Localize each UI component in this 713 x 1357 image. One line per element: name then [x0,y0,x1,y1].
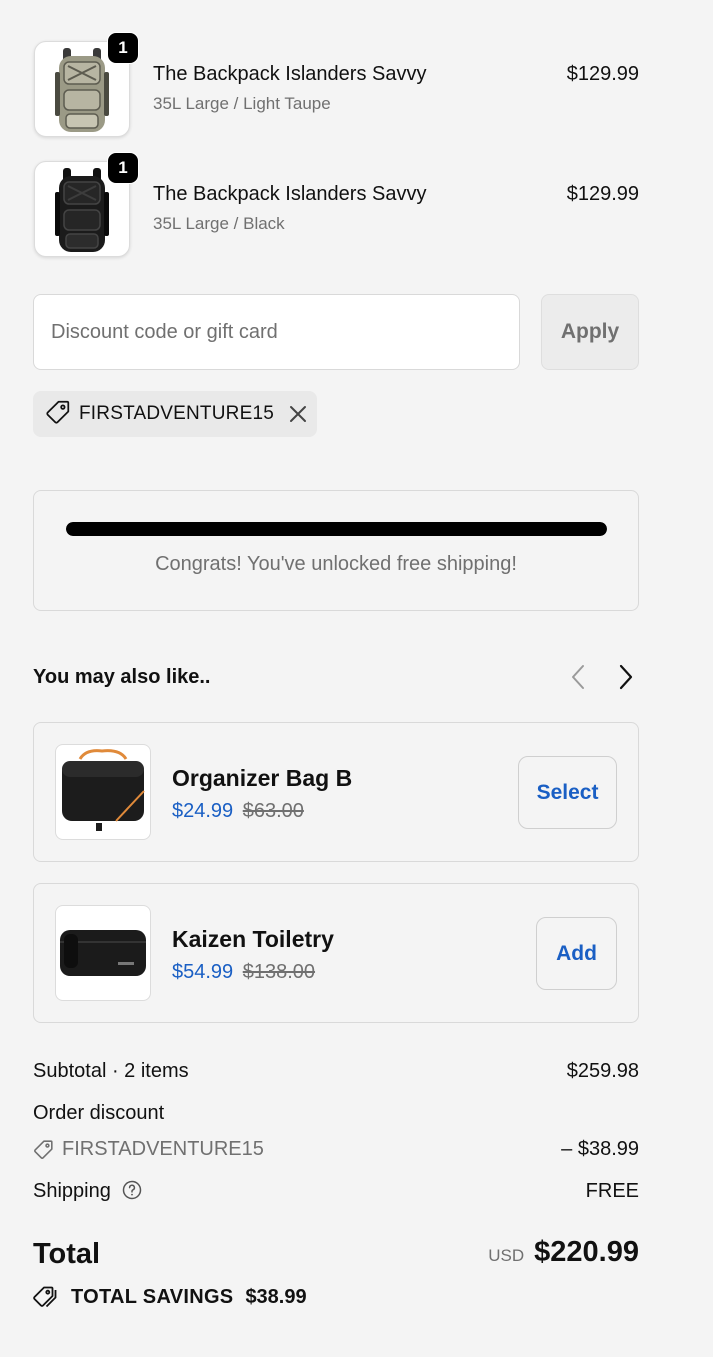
applied-discount-chip: FIRSTADVENTURE15 [33,391,317,437]
shipping-progress-track [66,522,607,536]
shipping-label: Shipping [33,1180,111,1202]
subtotal-value: $259.98 [566,1060,639,1082]
applied-discount-code: FIRSTADVENTURE15 [79,403,274,424]
recommendation-thumbnail [55,905,151,1001]
total-savings-label: TOTAL SAVINGS [71,1285,234,1308]
recommendation-name: Organizer Bag B [172,765,353,791]
product-price: $129.99 [566,63,639,85]
select-button[interactable]: Select [518,756,617,829]
subtotal-label: Subtotal · 2 items [33,1060,189,1082]
sale-price: $24.99 [172,800,234,822]
product-variant: 35L Large / Light Taupe [153,94,331,113]
recommendation-prices: $54.99 $138.00 [172,961,315,984]
free-shipping-progress-box: Congrats! You've unlocked free shipping! [33,490,639,611]
line-item: 1 The Backpack Islanders Savvy 35L Large… [34,152,639,257]
shipping-progress-message: Congrats! You've unlocked free shipping! [155,553,517,575]
recommendation-thumbnail [55,744,151,840]
product-variant: 35L Large / Black [153,214,285,233]
discount-code-row: FIRSTADVENTURE15 – $38.99 [33,1138,639,1161]
shipping-value: FREE [585,1180,639,1202]
compare-at-price: $138.00 [242,961,316,983]
subtotal-row: Subtotal · 2 items $259.98 [33,1060,639,1083]
tag-icon [45,399,71,430]
add-button[interactable]: Add [536,917,617,990]
quantity-badge: 1 [107,152,139,184]
help-circle-icon[interactable] [122,1180,142,1206]
quantity-badge: 1 [107,32,139,64]
currency-code: USD [488,1246,525,1265]
sale-price: $54.99 [172,961,234,983]
recommendation-card: Kaizen Toiletry $54.99 $138.00 Add [33,883,639,1023]
order-discount-label: Order discount [33,1102,165,1124]
recommendations-title: You may also like.. [33,666,211,688]
toiletry-bag-image [60,930,146,976]
product-title: The Backpack Islanders Savvy [153,63,427,85]
tag-icon [33,1285,59,1309]
total-savings-value: $38.99 [245,1285,307,1308]
tag-icon [33,1139,54,1160]
discount-code-input[interactable] [33,294,520,370]
chevron-left-icon[interactable] [563,662,593,692]
discount-value: – $38.99 [561,1138,639,1160]
shipping-row: Shipping FREE [33,1180,639,1206]
total-label: Total [33,1238,101,1270]
total-savings: TOTAL SAVINGS $38.99 [33,1285,307,1309]
product-title: The Backpack Islanders Savvy [153,183,427,205]
total-value: $220.99 [534,1236,639,1268]
organizer-bag-image [62,749,145,831]
recommendation-card: Organizer Bag B $24.99 $63.00 Select [33,722,639,862]
apply-discount-button[interactable]: Apply [541,294,639,370]
close-icon[interactable] [288,404,308,424]
compare-at-price: $63.00 [242,800,304,822]
line-item: 1 The Backpack Islanders Savvy 35L Large… [34,32,639,137]
shipping-progress-fill [66,522,607,536]
chevron-right-icon[interactable] [611,662,641,692]
checkout-order-summary: 1 The Backpack Islanders Savvy 35L Large… [0,0,713,1357]
recommendation-prices: $24.99 $63.00 [172,800,304,823]
recommendation-name: Kaizen Toiletry [172,926,334,952]
product-price: $129.99 [566,183,639,205]
discount-code-label: FIRSTADVENTURE15 [62,1138,264,1160]
order-discount-row: Order discount [33,1102,639,1125]
total-amount: USD $220.99 [488,1236,639,1269]
